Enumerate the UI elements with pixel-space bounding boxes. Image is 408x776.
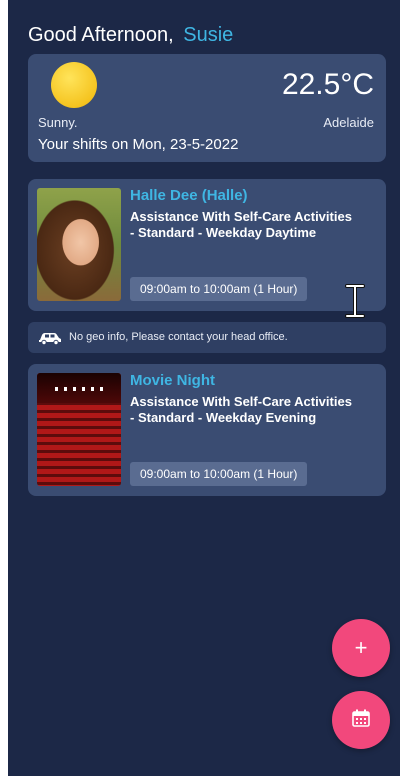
shift-time: 09:00am to 10:00am (1 Hour) bbox=[130, 277, 308, 301]
sun-icon bbox=[51, 62, 97, 108]
event-photo bbox=[37, 373, 121, 486]
shift-card[interactable]: Halle Dee (Halle) Assistance With Self-C… bbox=[28, 179, 386, 311]
add-shift-button[interactable]: + bbox=[332, 619, 390, 677]
service-line: - Standard - Weekday Daytime bbox=[130, 225, 317, 240]
service-line: - Standard - Weekday Evening bbox=[130, 410, 317, 425]
service-line: Assistance With Self-Care Activities bbox=[130, 394, 352, 409]
car-icon bbox=[38, 331, 62, 350]
service-description: Assistance With Self-Care Activities - S… bbox=[130, 394, 380, 426]
app-screen: Good Afternoon, Susie 22.5°C Sunny. Adel… bbox=[8, 0, 400, 776]
shifts-date-label: Your shifts on Mon, 23-5-2022 bbox=[38, 136, 239, 153]
client-photo bbox=[37, 188, 121, 301]
weather-condition: Sunny. bbox=[38, 115, 78, 130]
plus-icon: + bbox=[354, 635, 368, 660]
shift-card[interactable]: Movie Night Assistance With Self-Care Ac… bbox=[28, 364, 386, 496]
calendar-button[interactable] bbox=[332, 691, 390, 749]
client-name: Halle Dee (Halle) bbox=[130, 187, 248, 204]
temperature: 22.5°C bbox=[281, 68, 374, 101]
calendar-icon bbox=[352, 709, 370, 732]
weather-card: 22.5°C Sunny. Adelaide Your shifts on Mo… bbox=[28, 54, 386, 162]
geo-notice: No geo info, Please contact your head of… bbox=[28, 322, 386, 353]
service-description: Assistance With Self-Care Activities - S… bbox=[130, 209, 380, 241]
geo-notice-text: No geo info, Please contact your head of… bbox=[69, 331, 288, 343]
text-cursor-icon bbox=[344, 284, 366, 323]
weather-city: Adelaide bbox=[323, 115, 374, 130]
client-name: Movie Night bbox=[130, 372, 215, 389]
user-name: Susie bbox=[183, 24, 234, 46]
greeting-header: Good Afternoon, Susie bbox=[28, 24, 233, 47]
greeting-text: Good Afternoon, bbox=[28, 24, 174, 46]
service-line: Assistance With Self-Care Activities bbox=[130, 209, 352, 224]
shift-time: 09:00am to 10:00am (1 Hour) bbox=[130, 462, 308, 486]
